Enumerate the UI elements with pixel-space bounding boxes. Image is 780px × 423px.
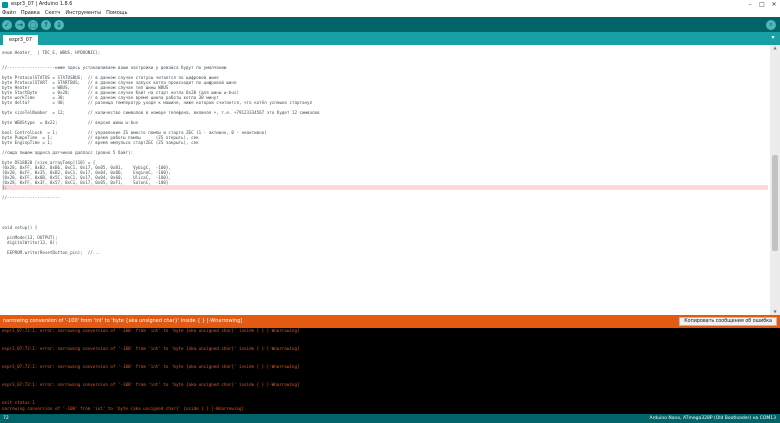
arduino-logo-icon	[2, 1, 8, 8]
minimize-icon[interactable]: –	[744, 0, 756, 9]
menu-bar: Файл Правка Скетч Инструменты Помощь	[0, 9, 780, 17]
line-number: 72	[3, 416, 9, 421]
status-message: narrowing conversion of '-100' from 'int…	[3, 318, 243, 324]
window-controls: – □ ✕	[744, 0, 780, 9]
code-editor[interactable]: enum Heater_ | TDC_E, WBUS, HYDRONIC};//…	[0, 45, 780, 315]
maximize-icon[interactable]: □	[756, 0, 768, 9]
tab-menu-icon[interactable]: ▾	[769, 34, 777, 42]
status-bar: narrowing conversion of '-100' from 'int…	[0, 315, 780, 328]
editor-scrollbar[interactable]: ▲ ▼	[770, 45, 780, 315]
menu-sketch[interactable]: Скетч	[45, 9, 60, 17]
menu-help[interactable]: Помощь	[106, 9, 127, 17]
open-sketch-icon[interactable]: ↑	[41, 19, 51, 30]
menu-file[interactable]: Файл	[2, 9, 16, 17]
menu-tools[interactable]: Инструменты	[65, 9, 101, 17]
console-output[interactable]: espr3_07:72:1: error: narrowing conversi…	[0, 328, 780, 414]
scrollbar-thumb[interactable]	[772, 155, 778, 251]
close-icon[interactable]: ✕	[768, 0, 780, 9]
code-line: EEPROM.write(ResetButton_pin); //...	[2, 250, 101, 255]
menu-edit[interactable]: Правка	[21, 9, 40, 17]
tab-sketch[interactable]: espr3_07	[3, 35, 38, 45]
console-line: narrowing conversion of '-100' from 'int…	[2, 406, 245, 411]
verify-icon[interactable]: ✓	[2, 19, 12, 30]
tab-bar: espr3_07 ▾	[0, 32, 780, 45]
save-sketch-icon[interactable]: ↓	[54, 19, 64, 30]
toolbar: ✓ → □ ↑ ↓ ⌕	[0, 17, 780, 32]
scroll-up-icon[interactable]: ▲	[770, 45, 780, 51]
new-sketch-icon[interactable]: □	[28, 19, 38, 30]
upload-icon[interactable]: →	[15, 19, 25, 30]
footer-bar: 72 Arduino Nano, ATmega328P (Old Bootloa…	[0, 414, 780, 423]
board-info: Arduino Nano, ATmega328P (Old Bootloader…	[649, 416, 776, 421]
code-area[interactable]: enum Heater_ | TDC_E, WBUS, HYDRONIC};//…	[2, 45, 768, 255]
copy-errors-button[interactable]: Копировать сообщения об ошибка	[679, 317, 777, 326]
window-title: espr3_07 | Arduino 1.8.6	[11, 1, 73, 7]
title-bar: espr3_07 | Arduino 1.8.6 – □ ✕	[0, 0, 780, 9]
serial-monitor-icon[interactable]: ⌕	[766, 19, 776, 30]
